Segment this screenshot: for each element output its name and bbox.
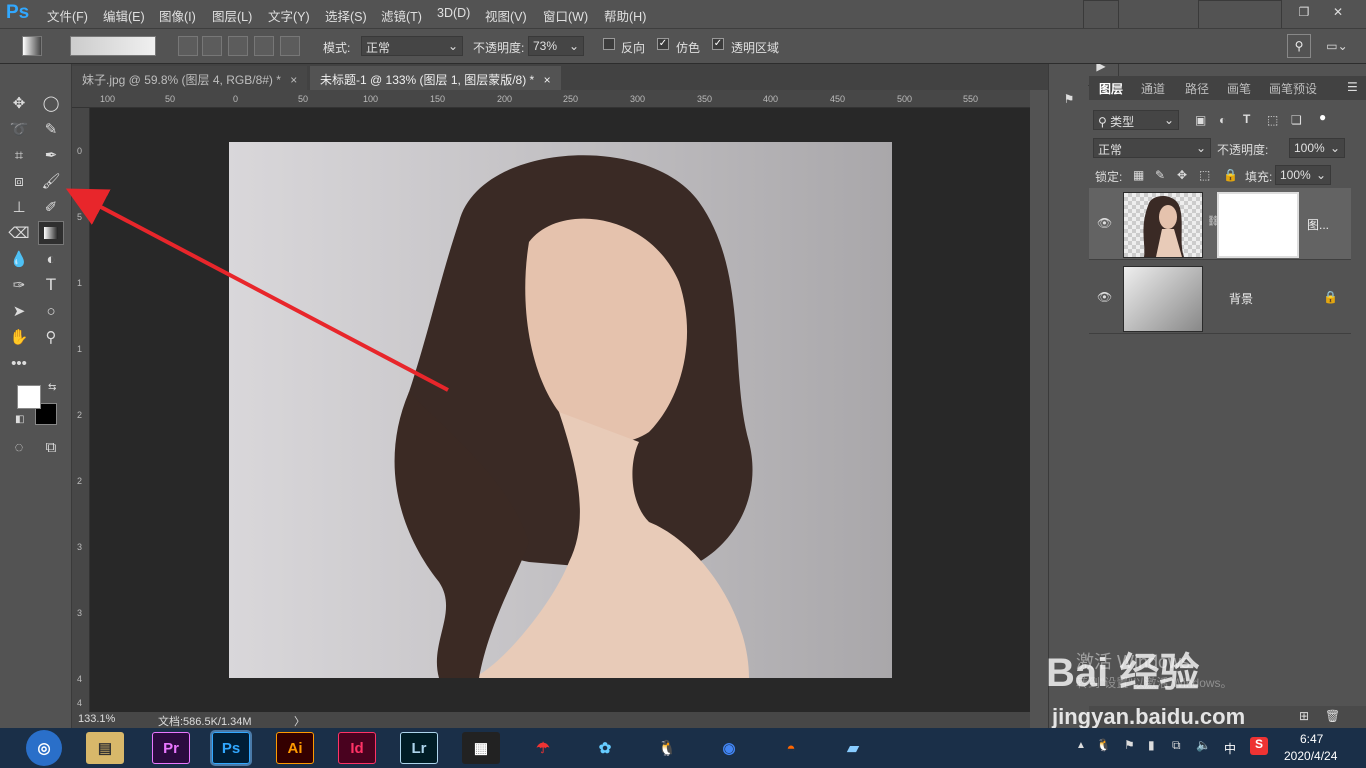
- layer-mask-thumbnail[interactable]: [1217, 192, 1299, 258]
- panel-dock-strip: ⚑: [1048, 64, 1088, 728]
- premiere-icon[interactable]: Pr: [152, 732, 190, 764]
- lock-icon: 🔒: [1323, 290, 1338, 304]
- layer-name[interactable]: 图...: [1307, 216, 1329, 233]
- start-button[interactable]: ◎: [26, 730, 62, 766]
- lock-brush-icon[interactable]: ✎: [1155, 168, 1165, 182]
- tab-layers[interactable]: 图层: [1099, 80, 1123, 97]
- layer-opacity-input[interactable]: 100% ⌄: [1289, 138, 1345, 158]
- volume-icon[interactable]: 🔈: [1196, 738, 1211, 752]
- panel-menu-icon[interactable]: ☰: [1347, 80, 1358, 94]
- tab-brush[interactable]: 画笔: [1227, 80, 1251, 97]
- status-bar: 133.1% 文档:586.5K/1.34M 〉: [72, 712, 1030, 728]
- lock-label: 锁定:: [1095, 170, 1123, 184]
- eye-icon[interactable]: 👁: [1097, 216, 1112, 230]
- arrow-to-brush: [65, 188, 449, 392]
- tab-paths[interactable]: 路径: [1185, 80, 1209, 97]
- background-thumbnail[interactable]: [1123, 266, 1203, 332]
- layer-name[interactable]: 背景: [1229, 290, 1253, 307]
- filter-toggle-icon[interactable]: ●: [1319, 110, 1326, 124]
- chevron-down-icon: ⌄: [1195, 141, 1206, 155]
- tray-up-icon[interactable]: ▲: [1076, 740, 1086, 751]
- tray-qq-icon[interactable]: 🐧: [1096, 738, 1111, 752]
- browser-icon[interactable]: ◓: [772, 732, 810, 764]
- illustrator-icon[interactable]: Ai: [276, 732, 314, 764]
- baidu-watermark: Bai 经验: [1046, 651, 1200, 695]
- umbrella-app-icon[interactable]: ☂: [524, 732, 562, 764]
- photoshop-icon[interactable]: Ps: [210, 730, 252, 766]
- chrome-icon[interactable]: ◉: [710, 732, 748, 764]
- filter-pixel-icon[interactable]: ▣: [1195, 113, 1206, 127]
- layer-opacity-value: 100%: [1294, 141, 1325, 155]
- chevron-down-icon: ⌄: [1163, 113, 1174, 127]
- filter-adjust-icon[interactable]: ◐: [1219, 113, 1226, 127]
- lock-position-icon[interactable]: ✥: [1177, 168, 1187, 182]
- blend-mode-select[interactable]: 正常 ⌄: [1093, 138, 1211, 158]
- status-menu-arrow[interactable]: 〉: [294, 713, 305, 729]
- lightroom-icon[interactable]: Lr: [400, 732, 438, 764]
- filter-type-icon[interactable]: T: [1243, 112, 1250, 126]
- tray-battery-icon[interactable]: ▮: [1148, 738, 1155, 752]
- indesign-icon[interactable]: Id: [338, 732, 376, 764]
- baidu-url-watermark: jingyan.baidu.com: [1052, 704, 1246, 729]
- lock-artboard-icon[interactable]: ⬚: [1199, 168, 1210, 182]
- sogou-icon[interactable]: S: [1250, 737, 1268, 755]
- layer-row-1[interactable]: 👁 ⛓ 图...: [1089, 188, 1351, 260]
- tray-network-icon[interactable]: ⧉: [1172, 738, 1181, 753]
- filter-shape-icon[interactable]: ⬚: [1267, 113, 1278, 127]
- filter-select[interactable]: ⚲ 类型 ⌄: [1093, 110, 1179, 130]
- layers-panel: 图层 通道 路径 画笔 画笔预设 ☰ ⚲ 类型 ⌄ ▣ ◐ T ⬚ ❏ ● 正常 ⌄…: [1089, 76, 1366, 728]
- fill-value: 100%: [1280, 168, 1311, 182]
- lock-pixels-icon[interactable]: ▦: [1133, 168, 1144, 182]
- lock-all-icon[interactable]: 🔒: [1223, 168, 1238, 182]
- fill-input[interactable]: 100% ⌄: [1275, 165, 1331, 185]
- chevron-down-icon: ⌄: [1315, 168, 1326, 182]
- eye-icon[interactable]: 👁: [1097, 290, 1112, 304]
- layer-thumbnail[interactable]: [1123, 192, 1203, 258]
- layer-opacity-label: 不透明度:: [1217, 143, 1269, 157]
- notes-icon[interactable]: ▰: [834, 732, 872, 764]
- zoom-level[interactable]: 133.1%: [78, 713, 115, 725]
- qq-icon[interactable]: 🐧: [648, 732, 686, 764]
- tab-channels[interactable]: 通道: [1141, 80, 1165, 97]
- clone-source-icon[interactable]: ⚑: [1058, 88, 1080, 110]
- trash-icon[interactable]: 🗑: [1325, 709, 1340, 723]
- blend-mode-value: 正常: [1098, 143, 1123, 157]
- taskbar: ◎ ▤ Pr Ps Ai Id Lr ▦ ☂ ✿ 🐧 ◉ ◓ ▰ ▲ 🐧 ⚑ ▮…: [0, 728, 1366, 768]
- filter-value: 类型: [1110, 115, 1135, 129]
- filter-smart-icon[interactable]: ❏: [1291, 113, 1302, 127]
- tab-brush-presets[interactable]: 画笔预设: [1269, 80, 1317, 97]
- layer-row-2[interactable]: 👁 背景 🔒: [1089, 262, 1351, 334]
- doc-size: 文档:586.5K/1.34M: [158, 716, 252, 728]
- video-editor-icon[interactable]: ▦: [462, 732, 500, 764]
- new-layer-icon[interactable]: ⊞: [1299, 709, 1309, 723]
- bird-app-icon[interactable]: ✿: [586, 732, 624, 764]
- fill-label: 填充:: [1245, 170, 1273, 184]
- clock-time[interactable]: 6:47: [1300, 732, 1323, 746]
- portrait-thumbnail: [1143, 196, 1184, 257]
- chevron-down-icon: ⌄: [1329, 141, 1340, 155]
- tray-flag-icon[interactable]: ⚑: [1124, 738, 1135, 752]
- ime-indicator[interactable]: 中: [1224, 740, 1236, 757]
- explorer-icon[interactable]: ▤: [86, 732, 124, 764]
- clock-date[interactable]: 2020/4/24: [1284, 749, 1337, 763]
